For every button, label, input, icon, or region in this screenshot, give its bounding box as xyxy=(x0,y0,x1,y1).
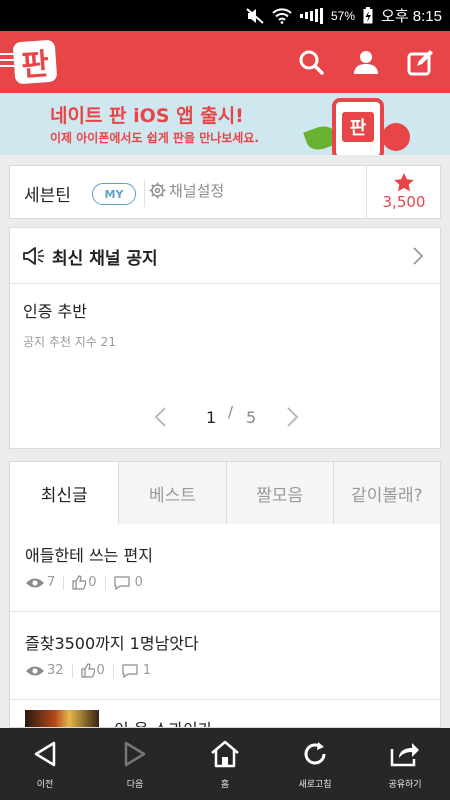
post-thumbnail[interactable] xyxy=(25,710,99,727)
menu-icon[interactable] xyxy=(0,53,14,71)
comment-count: 1 xyxy=(142,663,152,678)
home-icon xyxy=(211,740,239,768)
refresh-button[interactable]: 새로고침 xyxy=(270,728,360,800)
page-current: 1 xyxy=(206,408,217,427)
back-label: 이전 xyxy=(36,780,54,790)
view-count: 7 xyxy=(47,575,56,590)
eye-icon xyxy=(26,578,44,587)
battery-percent: 57% xyxy=(331,8,356,23)
favorite-count: 3,500 xyxy=(382,193,426,211)
refresh-icon xyxy=(304,742,326,765)
signal-icon xyxy=(300,7,323,24)
apple-decoration xyxy=(382,123,410,151)
battery-charging-icon xyxy=(363,7,373,24)
home-button[interactable]: 홈 xyxy=(180,728,270,800)
page-separator: / xyxy=(228,403,234,421)
notice-post-title[interactable]: 인증 추반 xyxy=(23,298,87,322)
phone-pann-logo: 판 xyxy=(342,112,374,142)
forward-icon xyxy=(124,741,146,767)
favorite-button[interactable]: 3,500 xyxy=(366,166,441,218)
phone-illustration: 판 xyxy=(332,98,384,155)
notice-card: 최신 채널 공지 인증 추반 공지 추천 지수 21 1 / 5 xyxy=(9,227,441,449)
tab-watch-together[interactable]: 같이볼래? xyxy=(332,462,440,524)
tab-best[interactable]: 베스트 xyxy=(118,462,225,524)
comment-icon xyxy=(122,663,138,678)
list-item[interactable]: 애들한테 쓰는 편지 7 0 0 xyxy=(10,524,440,612)
post-tabs: 최신글 베스트 짤모음 같이볼래? xyxy=(9,461,441,525)
share-button[interactable]: 공유하기 xyxy=(360,728,450,800)
search-icon[interactable] xyxy=(294,45,328,79)
gear-icon xyxy=(149,182,166,199)
bottom-nav: 이전 다음 홈 새로고침 공유하기 xyxy=(0,728,450,800)
mute-icon xyxy=(246,7,264,24)
share-icon xyxy=(390,743,419,767)
tab-gifs[interactable]: 짤모음 xyxy=(225,462,333,524)
tab-latest[interactable]: 최신글 xyxy=(10,462,119,524)
ios-app-banner[interactable]: 네이트 판 iOS 앱 출시! 이제 아이폰에서도 쉽게 판을 만나보세요. 판 xyxy=(0,93,450,155)
view-count: 32 xyxy=(47,663,64,678)
forward-button[interactable]: 다음 xyxy=(90,728,180,800)
post-title[interactable]: 이 옹 스과이가 xyxy=(114,716,213,727)
app-header: 판 xyxy=(0,31,450,93)
like-count: 0 xyxy=(96,663,105,678)
home-label: 홈 xyxy=(220,780,230,790)
back-icon xyxy=(34,741,56,767)
chevron-right-icon xyxy=(413,247,424,265)
chevron-right-icon[interactable] xyxy=(286,406,300,428)
comment-icon xyxy=(113,575,130,590)
star-icon xyxy=(394,173,414,192)
post-list: 애들한테 쓰는 편지 7 0 0 즐찾3500까지 1명남앗다 32 0 1 이… xyxy=(9,524,441,728)
post-meta: 32 0 1 xyxy=(25,663,151,678)
my-badge[interactable]: MY xyxy=(92,183,136,205)
channel-card: 세븐틴 MY 채널설정 3,500 xyxy=(9,165,441,219)
like-count: 0 xyxy=(88,575,97,590)
notice-post-meta: 공지 추천 지수 21 xyxy=(23,335,116,349)
page-total: 5 xyxy=(246,408,257,427)
status-bar: 57% 오후 8:15 xyxy=(0,0,450,31)
settings-label: 채널설정 xyxy=(169,182,225,200)
megaphone-icon xyxy=(23,247,44,265)
share-label: 공유하기 xyxy=(388,780,422,790)
channel-settings-button[interactable]: 채널설정 xyxy=(149,180,224,201)
wifi-icon xyxy=(272,7,292,24)
pann-logo[interactable]: 판 xyxy=(12,39,58,85)
banner-subtitle: 이제 아이폰에서도 쉽게 판을 만나보세요. xyxy=(50,131,259,145)
user-icon[interactable] xyxy=(349,45,383,79)
back-button[interactable]: 이전 xyxy=(0,728,90,800)
eye-icon xyxy=(26,666,44,675)
post-meta: 7 0 0 xyxy=(25,575,143,590)
comment-count: 0 xyxy=(134,575,143,590)
notice-title: 최신 채널 공지 xyxy=(52,249,158,269)
refresh-label: 새로고침 xyxy=(298,780,332,790)
post-title: 애들한테 쓰는 편지 xyxy=(25,546,153,565)
write-icon[interactable] xyxy=(404,45,438,79)
notice-pager: 1 / 5 xyxy=(10,403,440,433)
forward-label: 다음 xyxy=(126,780,144,790)
thumbs-up-icon xyxy=(72,575,87,590)
post-title: 즐찾3500까지 1명남앗다 xyxy=(25,634,199,653)
channel-name: 세븐틴 xyxy=(24,186,71,206)
thumbs-up-icon xyxy=(80,663,95,678)
list-item[interactable]: 즐찾3500까지 1명남앗다 32 0 1 xyxy=(10,612,440,700)
notice-header[interactable]: 최신 채널 공지 xyxy=(10,228,440,284)
clock: 오후 8:15 xyxy=(381,8,442,25)
banner-title: 네이트 판 iOS 앱 출시! xyxy=(50,105,244,127)
chevron-left-icon[interactable] xyxy=(153,406,167,428)
divider xyxy=(144,179,145,207)
